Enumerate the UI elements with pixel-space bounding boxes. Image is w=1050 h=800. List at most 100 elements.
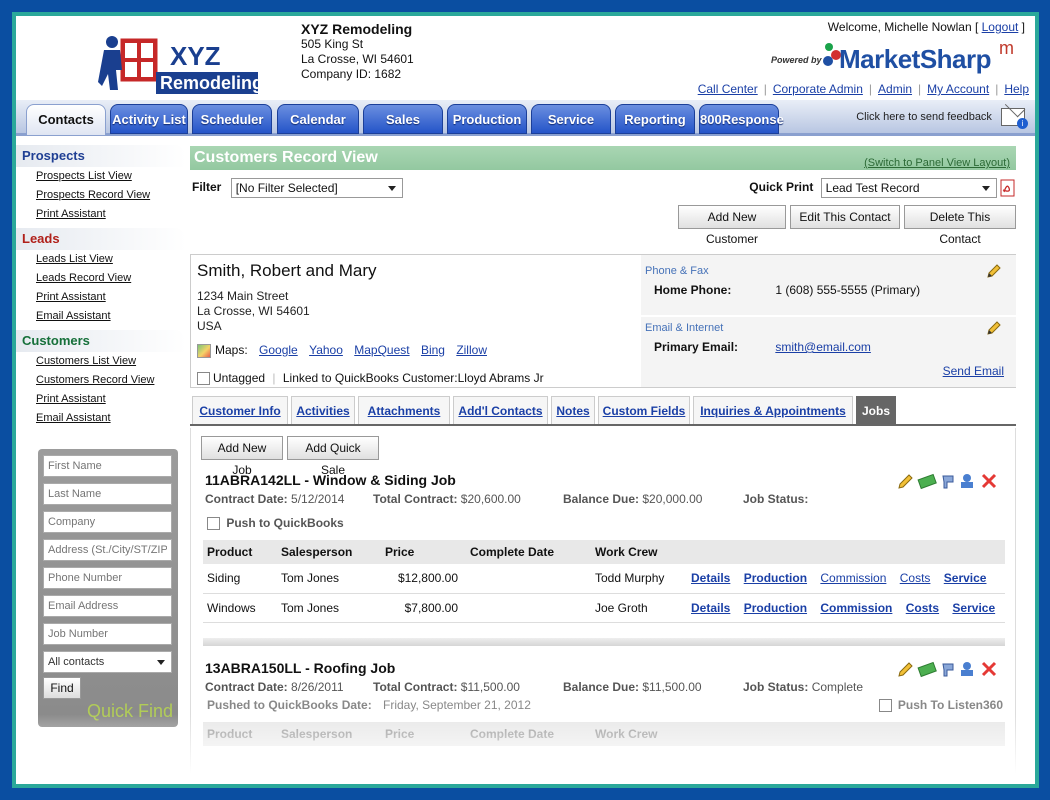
production-link[interactable]: Production	[744, 601, 807, 615]
sidebar-item-customers-list[interactable]: Customers List View	[16, 352, 186, 371]
qf-email-input[interactable]	[43, 595, 172, 617]
tab-service[interactable]: Service	[531, 104, 611, 134]
tab-attachments[interactable]: Attachments	[358, 396, 450, 424]
qf-address-input[interactable]	[43, 539, 172, 561]
add-new-customer-button[interactable]: Add New Customer	[678, 205, 786, 246]
sidebar-item-prospects-list[interactable]: Prospects List View	[16, 167, 186, 186]
job-contract-date: Contract Date: 8/26/2011	[205, 680, 344, 694]
tab-800response[interactable]: 800Response	[699, 104, 784, 134]
mapquest-link[interactable]: MapQuest	[354, 343, 409, 357]
cell-work-crew: Todd Murphy	[591, 564, 687, 594]
sidebar-item-customers-print[interactable]: Print Assistant	[16, 390, 186, 409]
google-map-link[interactable]: Google	[259, 343, 298, 357]
pdf-icon[interactable]	[1000, 179, 1016, 197]
edit-phone-pencil-icon[interactable]	[986, 263, 1002, 279]
service-link[interactable]: Service	[952, 601, 995, 615]
col-work-crew: Work Crew	[591, 540, 687, 564]
filter-select[interactable]: [No Filter Selected]	[230, 178, 403, 198]
tab-customer-info[interactable]: Customer Info	[192, 396, 288, 424]
send-email-link[interactable]: Send Email	[943, 364, 1004, 378]
push-quickbooks-checkbox[interactable]	[207, 517, 220, 531]
add-quick-sale-button[interactable]: Add Quick Sale	[287, 436, 379, 477]
email-section: Email & Internet Primary Email: smith@em…	[645, 320, 1012, 378]
tab-addl-contacts[interactable]: Add'l Contacts	[453, 396, 548, 424]
help-link[interactable]: Help	[1004, 82, 1029, 96]
sidebar-item-customers-email[interactable]: Email Assistant	[16, 409, 186, 428]
tab-reporting[interactable]: Reporting	[615, 104, 695, 134]
costs-link[interactable]: Costs	[906, 601, 939, 615]
job-user-icon[interactable]	[961, 662, 973, 676]
job-delete-icon[interactable]	[981, 661, 997, 677]
my-account-link[interactable]: My Account	[927, 82, 989, 96]
sidebar-header-prospects: Prospects	[16, 145, 186, 167]
tab-inquiries-appointments[interactable]: Inquiries & Appointments	[693, 396, 853, 424]
tab-production[interactable]: Production	[447, 104, 527, 134]
home-phone-label: Home Phone:	[654, 283, 732, 297]
edit-email-pencil-icon[interactable]	[986, 320, 1002, 336]
logout-link[interactable]: Logout	[982, 20, 1019, 34]
costs-link[interactable]: Costs	[900, 571, 931, 585]
bing-map-link[interactable]: Bing	[421, 343, 445, 357]
sidebar-item-leads-email[interactable]: Email Assistant	[16, 307, 186, 326]
switch-layout-link[interactable]: (Switch to Panel View Layout)	[864, 151, 1010, 175]
tab-contacts[interactable]: Contacts	[26, 104, 106, 136]
tab-activity-list[interactable]: Activity List	[110, 104, 188, 134]
delete-contact-button[interactable]: Delete This Contact	[904, 205, 1016, 246]
col-complete-date: Complete Date	[466, 540, 591, 564]
sidebar-item-prospects-record[interactable]: Prospects Record View	[16, 186, 186, 205]
feedback-link[interactable]: Click here to send feedback i	[856, 108, 1028, 129]
tab-activities[interactable]: Activities	[291, 396, 355, 424]
filter-row: Filter [No Filter Selected]	[192, 178, 403, 198]
qf-last-name-input[interactable]	[43, 483, 172, 505]
col-salesperson: Salesperson	[277, 722, 381, 746]
job-money-icon[interactable]	[917, 661, 937, 678]
qf-find-button[interactable]: Find	[43, 677, 81, 699]
row-links: Details Production Commission Costs Serv…	[687, 564, 1005, 594]
details-link[interactable]: Details	[691, 601, 730, 615]
qf-contacts-select[interactable]: All contacts	[43, 651, 172, 673]
window-frame: XYZ Remodeling XYZ Remodeling 505 King S…	[12, 12, 1039, 788]
commission-link[interactable]: Commission	[820, 601, 892, 615]
job-card: 11ABRA142LL - Window & Siding Job Contra…	[203, 472, 1005, 632]
qf-company-input[interactable]	[43, 511, 172, 533]
untagged-checkbox[interactable]	[197, 372, 210, 386]
corporate-admin-link[interactable]: Corporate Admin	[773, 82, 863, 96]
yahoo-map-link[interactable]: Yahoo	[309, 343, 343, 357]
qf-phone-input[interactable]	[43, 567, 172, 589]
job-edit-pencil-icon[interactable]	[898, 474, 913, 489]
tab-jobs[interactable]: Jobs	[856, 396, 896, 424]
admin-link[interactable]: Admin	[878, 82, 912, 96]
edit-contact-button[interactable]: Edit This Contact	[790, 205, 900, 229]
job-paint-icon[interactable]	[942, 475, 954, 489]
sidebar-item-leads-list[interactable]: Leads List View	[16, 250, 186, 269]
production-link[interactable]: Production	[744, 571, 807, 585]
service-link[interactable]: Service	[944, 571, 987, 585]
tab-calendar[interactable]: Calendar	[277, 104, 359, 134]
sidebar-item-leads-print[interactable]: Print Assistant	[16, 288, 186, 307]
commission-link[interactable]: Commission	[820, 571, 886, 585]
tab-notes[interactable]: Notes	[551, 396, 595, 424]
job-paint-icon[interactable]	[942, 663, 954, 677]
tab-scheduler[interactable]: Scheduler	[192, 104, 272, 134]
add-new-job-button[interactable]: Add New Job	[201, 436, 283, 477]
email-internet-header: Email & Internet	[645, 322, 724, 334]
call-center-link[interactable]: Call Center	[698, 82, 758, 96]
sidebar-item-leads-record[interactable]: Leads Record View	[16, 269, 186, 288]
company-address1: 505 King St	[301, 37, 364, 51]
push-listen360-checkbox[interactable]	[878, 699, 892, 713]
quick-print-label: Quick Print	[749, 180, 814, 195]
zillow-link[interactable]: Zillow	[456, 343, 487, 357]
job-edit-pencil-icon[interactable]	[898, 662, 913, 677]
qf-job-number-input[interactable]	[43, 623, 172, 645]
primary-email-link[interactable]: smith@email.com	[775, 340, 871, 354]
job-money-icon[interactable]	[917, 473, 937, 490]
job-user-icon[interactable]	[961, 474, 973, 488]
sidebar-item-customers-record[interactable]: Customers Record View	[16, 371, 186, 390]
sidebar-item-prospects-print[interactable]: Print Assistant	[16, 205, 186, 224]
qf-first-name-input[interactable]	[43, 455, 172, 477]
details-link[interactable]: Details	[691, 571, 730, 585]
quick-print-select[interactable]: Lead Test Record	[820, 178, 997, 198]
tab-sales[interactable]: Sales	[363, 104, 443, 134]
tab-custom-fields[interactable]: Custom Fields	[598, 396, 690, 424]
job-delete-icon[interactable]	[981, 473, 997, 489]
